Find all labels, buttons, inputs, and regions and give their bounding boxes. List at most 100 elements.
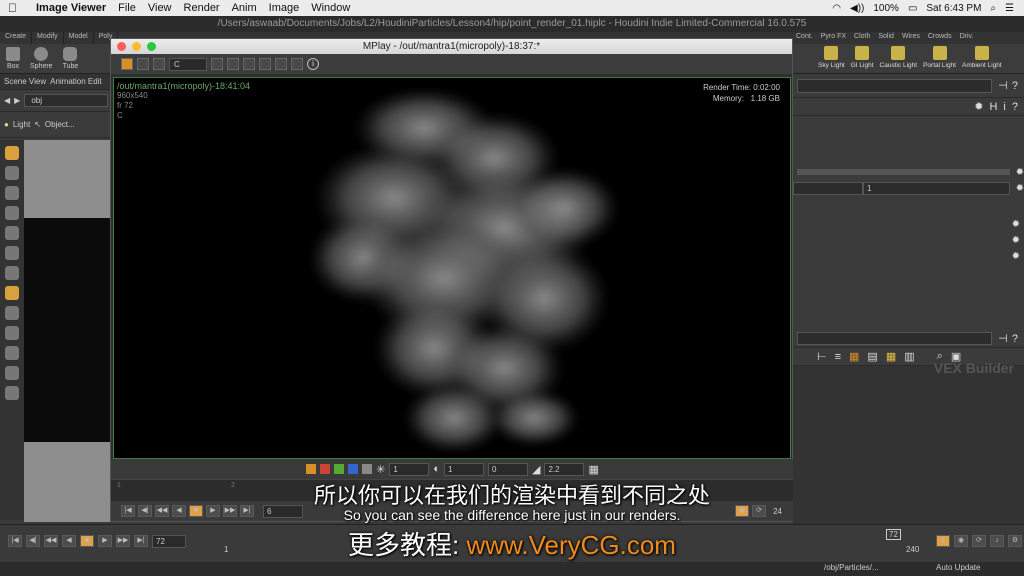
grid-icon[interactable] (137, 58, 149, 70)
ambient-light-tool[interactable]: Ambient Light (962, 46, 1002, 72)
help-icon[interactable]: ? (1012, 333, 1018, 345)
zoom-in-icon[interactable] (211, 58, 223, 70)
home-icon[interactable] (243, 58, 255, 70)
mplay-titlebar[interactable]: MPlay - /out/mantra1(micropoly)-18:37:* (111, 39, 792, 54)
tool-label[interactable]: Light (13, 120, 30, 129)
alpha-channel-icon[interactable] (362, 464, 373, 474)
close-icon[interactable] (117, 42, 126, 51)
select-icon[interactable] (5, 206, 19, 220)
portal-light-tool[interactable]: Portal Light (923, 46, 956, 72)
camera-icon[interactable] (5, 366, 19, 380)
gamma-icon[interactable]: ◢ (532, 463, 540, 476)
shelf-tab-model[interactable]: Model (64, 32, 94, 44)
contrast-icon[interactable]: ◐ (433, 463, 440, 475)
view-icon[interactable]: ▥ (904, 350, 914, 363)
tab-scene-view[interactable]: Scene View (4, 77, 46, 86)
menu-image[interactable]: Image (269, 2, 300, 14)
pin-icon[interactable]: ⊣ (998, 332, 1008, 345)
move-icon[interactable] (5, 226, 19, 240)
param-field-empty[interactable] (793, 181, 863, 195)
render-view[interactable]: /out/mantra1(micropoly)-18:41:04 960x540… (113, 77, 791, 459)
caustic-light-tool[interactable]: Caustic Light (880, 46, 917, 72)
apple-icon[interactable]:  (8, 1, 24, 15)
pan-icon[interactable] (259, 58, 271, 70)
forward-arrow-icon[interactable]: ▶ (14, 96, 20, 105)
tree-icon[interactable]: ⊢ (817, 350, 827, 363)
gear-icon[interactable]: ✹ (1012, 235, 1020, 246)
sky-light-tool[interactable]: Sky Light (818, 46, 845, 72)
search-icon[interactable]: ⌕ (990, 3, 996, 14)
gi-light-tool[interactable]: GI Light (851, 46, 874, 72)
help-icon[interactable]: ? (1012, 101, 1018, 113)
red-channel-icon[interactable] (320, 464, 331, 474)
list-icon[interactable]: ≡ (835, 351, 841, 363)
object-label[interactable]: Object... (45, 120, 75, 129)
blue-channel-icon[interactable] (348, 464, 359, 474)
frame-icon[interactable] (275, 58, 287, 70)
node-path-field[interactable] (797, 78, 993, 93)
tab-animation-editor[interactable]: Animation Edit (50, 77, 102, 86)
channel-select[interactable]: C (169, 57, 207, 71)
status-path[interactable]: /obj/Particles/... (824, 563, 879, 572)
wifi-icon[interactable]: ◠ (832, 3, 841, 14)
tube-tool[interactable]: Tube (63, 47, 78, 70)
volume-icon[interactable]: ◀)) (850, 3, 864, 14)
snap-icon[interactable] (5, 306, 19, 320)
sphere-tool[interactable]: Sphere (30, 47, 53, 70)
back-arrow-icon[interactable]: ◀ (4, 96, 10, 105)
path-field[interactable]: obj (24, 94, 108, 107)
brush-icon[interactable] (5, 326, 19, 340)
contrast-field[interactable]: 1 (444, 462, 484, 476)
shelf-tab-cloth[interactable]: Cloth (850, 32, 874, 44)
network-path-field[interactable] (797, 332, 993, 345)
green-channel-icon[interactable] (334, 464, 345, 474)
lut-icon[interactable]: ▦ (588, 463, 598, 476)
brightness-icon[interactable]: ✳ (376, 463, 385, 476)
shelf-tab-create[interactable]: Create (0, 32, 33, 44)
palette-icon[interactable]: ▦ (849, 350, 859, 363)
color-icon[interactable] (306, 464, 317, 474)
shelf-tab-wires[interactable]: Wires (898, 32, 924, 44)
gear-icon[interactable]: ✹ (1016, 183, 1024, 194)
zoom-out-icon[interactable] (227, 58, 239, 70)
view-tool-icon[interactable] (5, 286, 19, 300)
sticky-icon[interactable]: ▦ (886, 350, 896, 363)
auto-update[interactable]: Auto Update (936, 563, 980, 572)
param-field[interactable]: 1 (863, 181, 1010, 195)
flipbook-icon[interactable] (5, 386, 19, 400)
menu-window[interactable]: Window (311, 2, 350, 14)
gear-icon[interactable]: ✹ (1012, 251, 1020, 262)
pose-icon[interactable] (5, 186, 19, 200)
menu-view[interactable]: View (148, 2, 172, 14)
viewport-top[interactable] (24, 140, 110, 218)
grid-icon[interactable]: ▤ (867, 350, 877, 363)
brightness-field[interactable]: 1 (389, 462, 430, 476)
shelf-tab-modify[interactable]: Modify (32, 32, 64, 44)
minimize-icon[interactable] (132, 42, 141, 51)
handle-icon[interactable] (5, 166, 19, 180)
help-icon[interactable]: ? (1012, 80, 1018, 92)
battery-level[interactable]: 100% (873, 3, 899, 14)
menu-anim[interactable]: Anim (232, 2, 257, 14)
scale-icon[interactable] (5, 266, 19, 280)
menu-render[interactable]: Render (184, 2, 220, 14)
list-icon[interactable]: ☰ (1005, 3, 1014, 14)
gear-icon[interactable]: ✹ (974, 100, 983, 113)
app-name[interactable]: Image Viewer (36, 2, 106, 14)
clock[interactable]: Sat 6:43 PM (926, 3, 981, 14)
pin-icon[interactable]: ⊣ (998, 79, 1008, 92)
rotate-icon[interactable] (5, 246, 19, 260)
gear-icon[interactable]: ✹ (1016, 167, 1024, 178)
viewport-dark[interactable] (24, 218, 110, 442)
hda-icon[interactable]: H (989, 101, 997, 113)
magnet-icon[interactable] (5, 346, 19, 360)
shelf-tab-driv[interactable]: Driv. (956, 32, 978, 44)
region-icon[interactable] (291, 58, 303, 70)
offset-field[interactable]: 0 (488, 462, 528, 476)
maximize-icon[interactable] (147, 42, 156, 51)
gamma-field[interactable]: 2.2 (544, 462, 585, 476)
view-mode-icon[interactable] (121, 58, 133, 70)
menu-file[interactable]: File (118, 2, 136, 14)
shelf-tab-solid[interactable]: Solid (874, 32, 898, 44)
shelf-tab-cont[interactable]: Cont. (792, 32, 817, 44)
